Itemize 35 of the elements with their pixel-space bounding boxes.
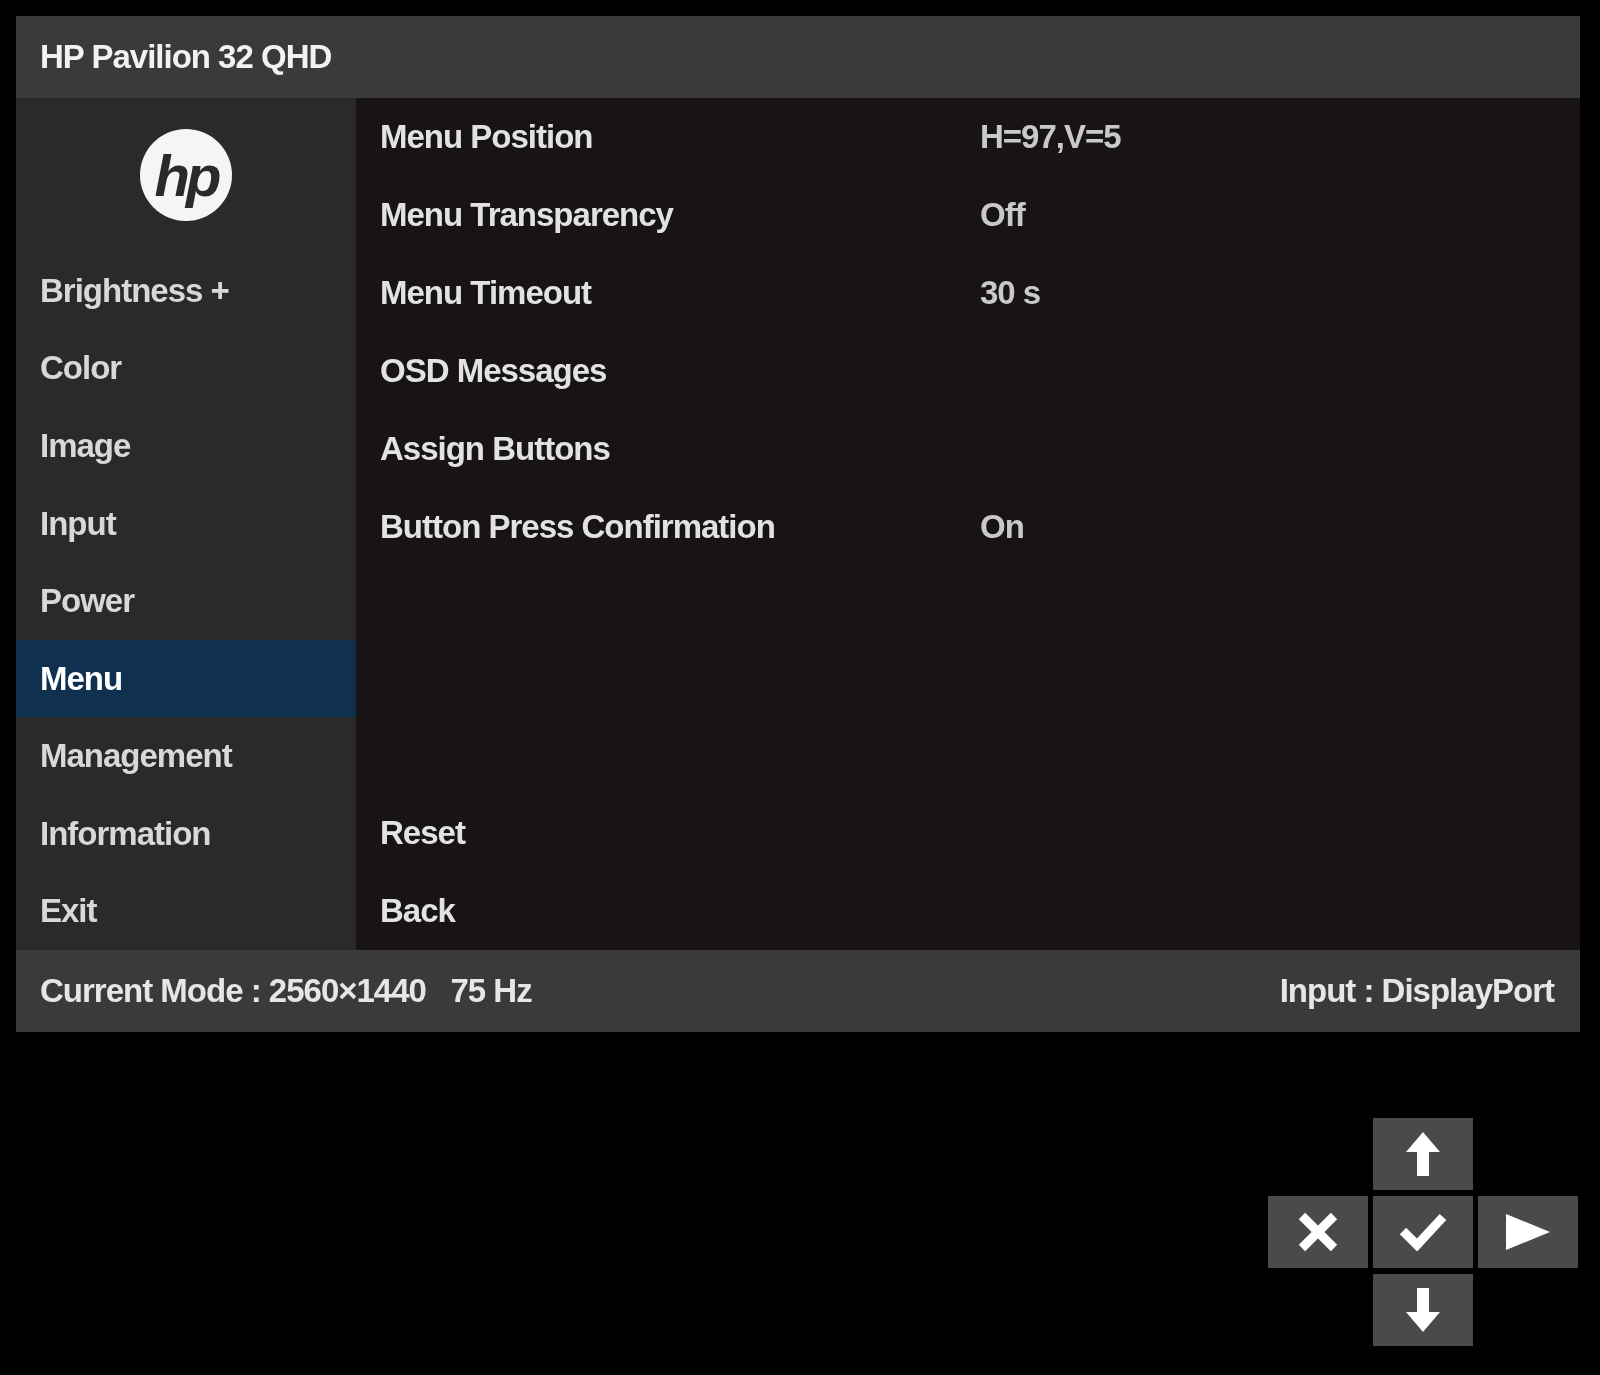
- close-icon: [1298, 1212, 1338, 1252]
- sidebar-item[interactable]: Input: [16, 484, 356, 563]
- sidebar-item[interactable]: Management: [16, 717, 356, 795]
- sidebar-item[interactable]: Brightness +: [16, 252, 356, 330]
- setting-value: Off: [980, 196, 1025, 234]
- down-arrow-icon: [1406, 1288, 1440, 1332]
- setting-value: On: [980, 508, 1024, 546]
- checkmark-icon: [1399, 1213, 1447, 1251]
- keypad-button[interactable]: [1373, 1118, 1473, 1190]
- setting-label[interactable]: Menu Position: [380, 118, 593, 156]
- setting-label[interactable]: Button Press Confirmation: [380, 508, 775, 546]
- sidebar-item[interactable]: Information: [16, 794, 356, 873]
- up-arrow-icon: [1406, 1132, 1440, 1176]
- menu-action[interactable]: Back: [380, 892, 455, 930]
- keypad-button[interactable]: [1373, 1274, 1473, 1346]
- keypad-button[interactable]: [1478, 1196, 1578, 1268]
- sidebar-item[interactable]: Exit: [16, 872, 356, 950]
- sidebar-item[interactable]: Power: [16, 562, 356, 640]
- window-title: HP Pavilion 32 QHD: [40, 38, 332, 76]
- sidebar-item[interactable]: Image: [16, 407, 356, 485]
- input-source-text: Input : DisplayPort: [1279, 972, 1554, 1010]
- menu-action[interactable]: Reset: [380, 814, 465, 852]
- keypad-button[interactable]: [1268, 1196, 1368, 1268]
- setting-label[interactable]: Assign Buttons: [380, 430, 610, 468]
- play-icon: [1506, 1214, 1550, 1250]
- setting-label[interactable]: OSD Messages: [380, 352, 607, 390]
- sidebar-item[interactable]: Color: [16, 329, 356, 408]
- setting-label[interactable]: Menu Timeout: [380, 274, 592, 312]
- keypad-button[interactable]: [1373, 1196, 1473, 1268]
- sidebar-item[interactable]: Menu: [16, 639, 356, 718]
- setting-label[interactable]: Menu Transparency: [380, 196, 673, 234]
- setting-value: H=97,V=5: [980, 118, 1121, 156]
- setting-value: 30 s: [980, 274, 1041, 312]
- current-mode-text: Current Mode : 2560×1440 75 Hz: [40, 972, 532, 1010]
- brand-logo: hp: [140, 129, 232, 222]
